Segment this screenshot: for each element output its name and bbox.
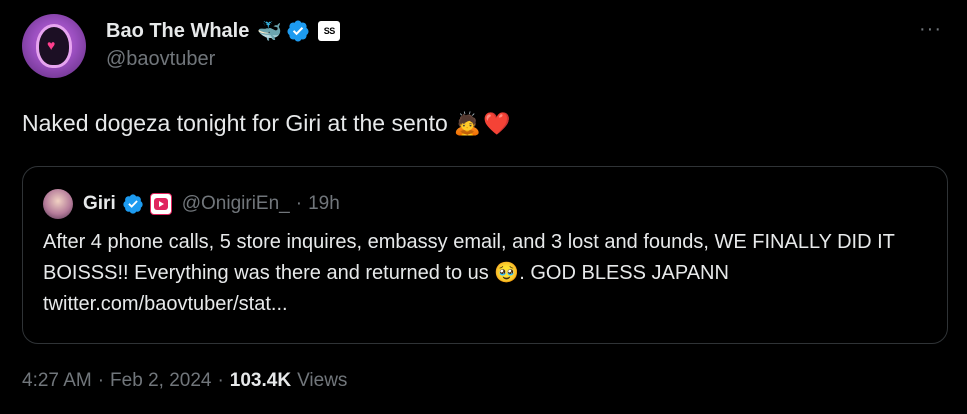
display-name[interactable]: Bao The Whale [106, 20, 249, 43]
views-count[interactable]: 103.4K [230, 370, 291, 392]
tweet-metadata: 4:27 AM · Feb 2, 2024 · 103.4K Views [22, 370, 347, 392]
author-handle[interactable]: @baovtuber [106, 48, 340, 71]
heart-icon: ♥ [47, 37, 56, 53]
play-button-badge-icon[interactable] [149, 193, 172, 215]
views-label: Views [297, 370, 348, 391]
verified-badge-icon[interactable] [122, 193, 144, 215]
more-options-icon[interactable]: ··· [919, 19, 943, 39]
tweet-text: Naked dogeza tonight for Giri at the sen… [22, 110, 511, 137]
quoted-timestamp[interactable]: 19h [308, 193, 340, 215]
affiliate-badge-icon[interactable]: SS [318, 21, 341, 41]
quoted-avatar[interactable] [43, 189, 73, 219]
tweet-text-content: Naked dogeza tonight for Giri at the sen… [22, 110, 448, 136]
quoted-tweet[interactable]: Giri @OnigiriEn_ · 19h After 4 phone cal… [22, 166, 948, 344]
affiliate-badge-text: SS [323, 26, 336, 36]
author-names: Bao The Whale 🐳 SS @baovtuber [106, 16, 341, 71]
tweet: ♥ Bao The Whale 🐳 SS @baovtuber ··· Nake… [0, 0, 967, 414]
quoted-display-name[interactable]: Giri [83, 193, 116, 215]
person-bowing-emoji-icon: 🙇 [453, 110, 482, 136]
post-date[interactable]: Feb 2, 2024 [110, 370, 211, 392]
quoted-handle[interactable]: @OnigiriEn_ [182, 193, 290, 215]
meta-separator: · [97, 370, 105, 391]
verified-badge-icon[interactable] [286, 19, 310, 43]
quoted-tweet-header: Giri @OnigiriEn_ · 19h [43, 189, 340, 219]
avatar[interactable]: ♥ [22, 14, 86, 78]
tweet-header: ♥ Bao The Whale 🐳 SS @baovtuber ··· [22, 14, 951, 80]
display-name-row: Bao The Whale 🐳 SS [106, 16, 341, 46]
heart-emoji-icon: ❤️ [483, 110, 511, 136]
quoted-tweet-text: After 4 phone calls, 5 store inquires, e… [43, 231, 895, 315]
quoted-separator: · [295, 193, 303, 214]
meta-separator: · [217, 370, 224, 391]
post-time[interactable]: 4:27 AM [22, 370, 92, 392]
whale-icon: 🐳 [257, 20, 283, 43]
